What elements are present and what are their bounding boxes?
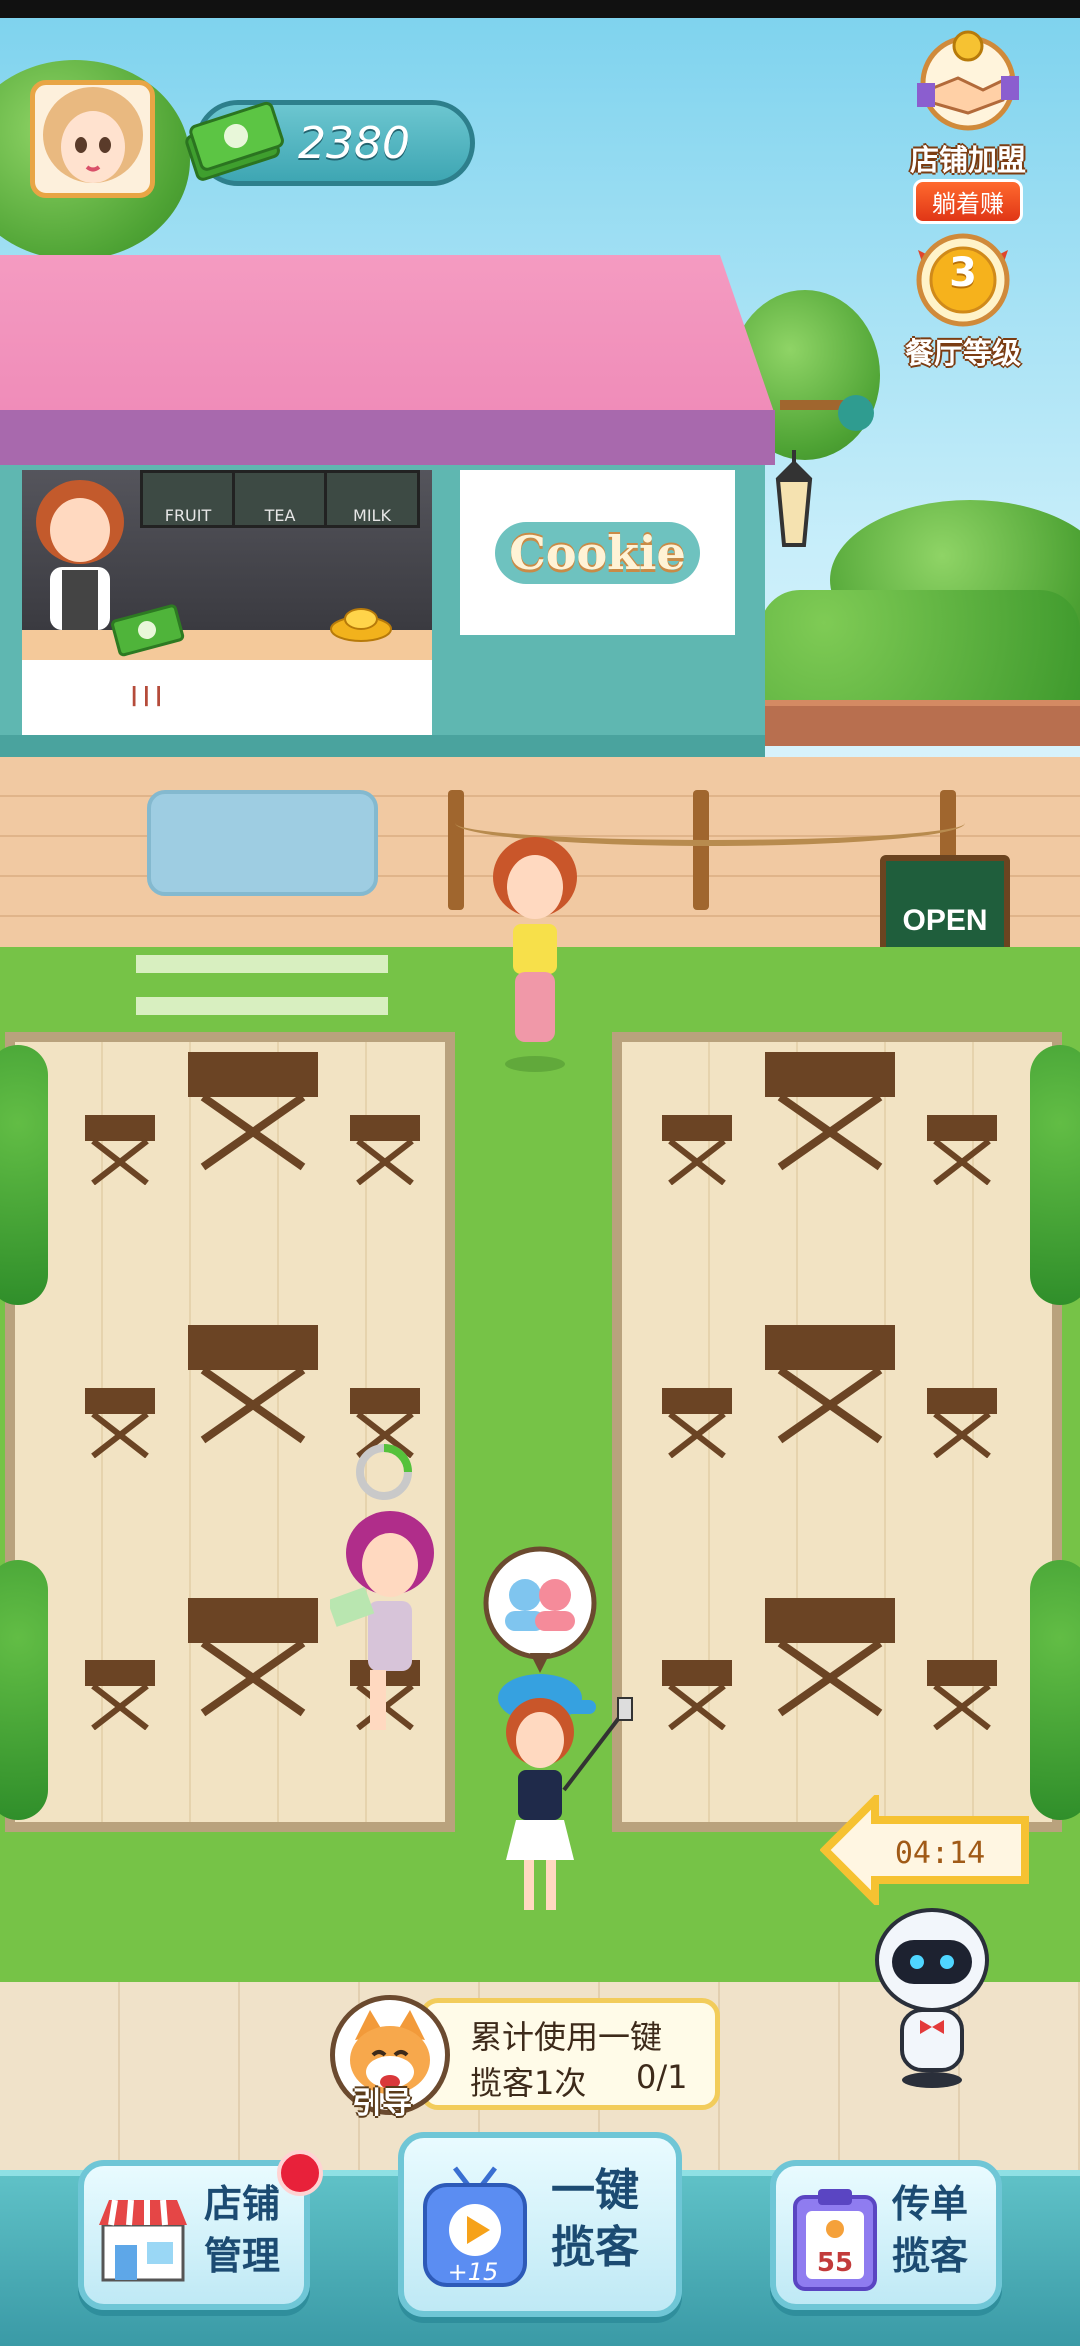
franchise-button[interactable]: 店铺加盟 躺着赚: [903, 28, 1033, 224]
robot-helper-character[interactable]: [862, 1905, 1002, 2090]
flyer-attract-label-2: 揽客: [891, 2234, 968, 2278]
cookie-sign-panel: Cookie: [460, 470, 735, 635]
one-click-bonus: +15: [447, 2258, 499, 2286]
chair-seat[interactable]: [662, 1660, 732, 1730]
cashier-character: [36, 480, 124, 630]
chair-seat[interactable]: [927, 1660, 997, 1730]
menu-board-tea: TEA: [232, 470, 328, 528]
one-click-attract-label-1: 一键: [551, 2165, 639, 2216]
storefront-icon: [99, 2199, 187, 2282]
cash-stack-icon: [185, 101, 284, 181]
table-seat[interactable]: [183, 1325, 323, 1445]
guide-label: 引导: [352, 2086, 412, 2121]
store-management-label-2: 管理: [203, 2234, 280, 2278]
guide-task-line2: 揽客1次: [470, 2064, 587, 2102]
chair-seat[interactable]: [85, 1660, 155, 1730]
restaurant-level-label: 餐厅等级: [904, 336, 1021, 370]
wall-lamp-icon: [775, 450, 813, 547]
bush: [0, 1560, 48, 1820]
table-seat[interactable]: [183, 1052, 323, 1172]
table-seat[interactable]: [760, 1598, 900, 1718]
bush: [1030, 1045, 1080, 1305]
flyer-attract-label-1: 传单: [891, 2182, 968, 2226]
loading-ring-icon: [356, 1444, 412, 1500]
chair-seat[interactable]: [662, 1388, 732, 1458]
player-character[interactable]: [480, 1670, 640, 1920]
franchise-label: 店铺加盟: [909, 143, 1026, 177]
planter: [760, 700, 1080, 746]
lamp-knob: [838, 395, 874, 431]
table-seat[interactable]: [760, 1052, 900, 1172]
crosswalk-stripe: [136, 955, 388, 973]
guide-task-progress: 0/1: [636, 2058, 688, 2096]
bush: [0, 1045, 48, 1305]
customer-walking-character[interactable]: [485, 832, 585, 1072]
hedge: [760, 590, 1080, 700]
bush: [1030, 1560, 1080, 1820]
crosswalk-stripe: [136, 997, 388, 1015]
deck-sign-blank: [147, 790, 378, 896]
store-management-label-1: 店铺: [203, 2182, 280, 2226]
one-click-attract-label-2: 揽客: [551, 2222, 639, 2273]
guide-task-line1: 累计使用一键: [470, 2018, 663, 2056]
customer-seated-character[interactable]: [330, 1505, 450, 1745]
cookie-logo: Cookie: [495, 521, 700, 584]
counter-mark: III: [130, 680, 167, 713]
chair-seat[interactable]: [927, 1388, 997, 1458]
table-seat[interactable]: [183, 1598, 323, 1718]
customer-group-bubble-icon[interactable]: [480, 1545, 600, 1675]
shop-roof-band: [0, 410, 775, 465]
player-avatar[interactable]: [30, 80, 155, 198]
status-bar: [0, 0, 1080, 18]
shop-base: [0, 735, 765, 757]
chair-seat[interactable]: [350, 1115, 420, 1185]
table-seat[interactable]: [760, 1325, 900, 1445]
menu-board-fruit: FRUIT: [140, 470, 236, 528]
event-timer: 04:14: [894, 1836, 986, 1871]
chair-seat[interactable]: [662, 1115, 732, 1185]
notification-badge: [277, 2150, 323, 2196]
chair-seat[interactable]: [85, 1115, 155, 1185]
level-number: 3: [949, 250, 977, 296]
restaurant-level-button[interactable]: 3 餐厅等级: [898, 230, 1028, 372]
menu-board-milk: MILK: [324, 470, 420, 528]
chair-seat[interactable]: [85, 1388, 155, 1458]
franchise-sub-badge: 躺着赚: [913, 179, 1023, 224]
gold-ingot-icon: [330, 608, 392, 642]
handshake-icon: [917, 30, 1019, 131]
chair-seat[interactable]: [927, 1115, 997, 1185]
clipboard-icon: [793, 2189, 877, 2291]
flyer-count: 55: [816, 2248, 854, 2278]
avatar-portrait-icon: [43, 87, 143, 183]
